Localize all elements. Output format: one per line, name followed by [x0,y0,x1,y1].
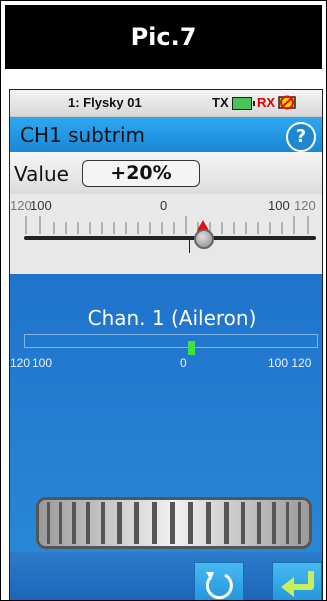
channel-indicator [188,341,195,355]
slider-zero-line [189,239,190,253]
undo-button[interactable] [194,562,244,600]
channel-label: Chan. 1 (Aileron) [87,306,257,330]
roller-ridges [39,500,309,546]
channel-bar [24,334,318,348]
value-label: Value [14,162,69,186]
page-title-bar: CH1 subtrim ? [10,116,322,153]
slider-right-near-label: 100 [268,198,290,213]
return-arrow-icon [281,571,314,597]
transmitter-screen: 1: Flysky 01 TX RX CH1 subtrim ? Value +… [9,89,323,600]
slider-ticks [25,216,309,234]
slider-center-label: 0 [160,198,168,213]
scale-right: 100 120 [268,356,312,370]
value-display[interactable]: +20% [82,160,200,187]
scale-left-near: 100 [32,356,53,370]
status-bar: 1: Flysky 01 TX RX [10,90,322,116]
rx-no-signal-icon [278,95,296,110]
slider-right-far-label: 120 [294,198,316,213]
rx-label: RX [257,95,276,110]
picture-frame: Pic.7 1: Flysky 01 TX RX CH1 subtrim ? V… [0,0,327,601]
slider-knob[interactable] [194,229,214,249]
scale-left-far: 120 [10,356,31,370]
help-button[interactable]: ? [286,122,316,152]
picture-caption: Pic.7 [5,5,322,69]
tx-label: TX [212,95,229,110]
tx-battery-icon [232,97,255,110]
undo-icon [205,572,233,600]
question-mark-icon: ? [295,126,307,147]
slider-left-near-label: 100 [30,198,52,213]
return-button[interactable] [272,562,322,600]
scale-center: 0 [180,356,187,370]
value-roller[interactable] [36,497,312,549]
page-title: CH1 subtrim [20,123,145,147]
value-row: Value +20% [10,152,322,195]
slider-track[interactable] [24,236,316,240]
model-name: 1: Flysky 01 [68,95,142,110]
slider-left-far-label: 120 [10,198,32,213]
